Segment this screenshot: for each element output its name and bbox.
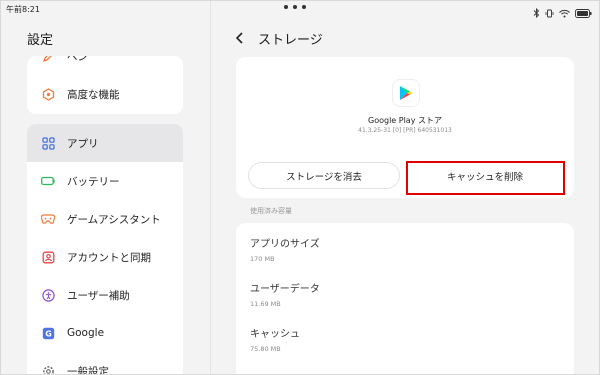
status-bar: 午前8:21 (0, 0, 600, 19)
wifi-icon (559, 3, 570, 22)
sidebar-item-label: アカウントと同期 (67, 251, 151, 264)
apps-icon (41, 136, 55, 150)
sidebar-item-label: ペン (67, 56, 88, 63)
sidebar-item-advanced-features[interactable]: 高度な機能 (27, 75, 183, 113)
sidebar-item-label: ゲームアシスタント (67, 213, 161, 226)
sidebar-item-label: 一般設定 (67, 365, 109, 375)
google-play-store-icon (393, 80, 419, 106)
page-title: ストレージ (258, 33, 323, 48)
settings-group-main: アプリ バッテリー ゲームアシスタント アカウントと同期 ユーザー補助 G Go… (27, 124, 183, 375)
usage-row-app-size: アプリのサイズ 170 MB (250, 235, 320, 263)
usage-value: 11.69 MB (250, 300, 281, 308)
multitask-dots[interactable] (284, 5, 306, 9)
back-arrow-icon[interactable] (233, 30, 247, 44)
sidebar-item-accessibility[interactable]: ユーザー補助 (27, 276, 183, 314)
sidebar-item-apps[interactable]: アプリ (27, 124, 183, 162)
sidebar-item-label: Google (67, 327, 105, 339)
account-sync-icon (41, 250, 55, 264)
used-space-label: 使用済み容量 (250, 207, 292, 215)
usage-label: ユーザーデータ (250, 284, 320, 295)
sidebar-item-pen[interactable]: ペン (27, 56, 183, 75)
pane-divider (210, 0, 211, 375)
general-settings-icon (41, 364, 55, 375)
advanced-features-icon (41, 87, 55, 101)
battery-icon (41, 174, 55, 188)
usage-label: キャッシュ (250, 329, 300, 340)
sidebar-item-label: バッテリー (67, 175, 120, 188)
app-name: Google Play ストア (368, 116, 442, 125)
usage-row-user-data: ユーザーデータ 11.69 MB (250, 280, 320, 308)
settings-title: 設定 (27, 33, 54, 48)
clear-storage-button[interactable]: ストレージを消去 (248, 162, 400, 189)
settings-group-top: ペン 高度な機能 (27, 56, 183, 114)
highlight-box (406, 161, 565, 195)
game-assistant-icon (41, 212, 55, 226)
google-icon: G (41, 326, 55, 340)
sidebar-item-label: 高度な機能 (67, 88, 120, 101)
battery-status-icon (575, 3, 592, 22)
usage-value: 170 MB (250, 255, 275, 263)
bluetooth-icon (533, 3, 540, 22)
usage-value: 75.80 MB (250, 345, 281, 353)
sidebar-item-account-sync[interactable]: アカウントと同期 (27, 238, 183, 276)
sidebar-item-game-assistant[interactable]: ゲームアシスタント (27, 200, 183, 238)
sidebar-item-battery[interactable]: バッテリー (27, 162, 183, 200)
sidebar-item-general-settings[interactable]: 一般設定 (27, 352, 183, 375)
app-version: 41.3.25-31 [0] [PR] 640531013 (358, 127, 452, 134)
vibrate-icon (545, 3, 554, 22)
accessibility-icon (41, 288, 55, 302)
system-icons (533, 3, 592, 22)
sidebar-item-google[interactable]: G Google (27, 314, 183, 352)
status-time: 午前8:21 (6, 5, 40, 14)
svg-text:G: G (45, 329, 52, 338)
usage-label: アプリのサイズ (250, 239, 320, 250)
sidebar-item-label: ユーザー補助 (67, 289, 130, 302)
pen-icon (41, 56, 55, 63)
usage-row-cache: キャッシュ 75.80 MB (250, 325, 300, 353)
sidebar-item-label: アプリ (67, 137, 99, 150)
usage-card: アプリのサイズ 170 MB ユーザーデータ 11.69 MB キャッシュ 75… (236, 223, 574, 375)
